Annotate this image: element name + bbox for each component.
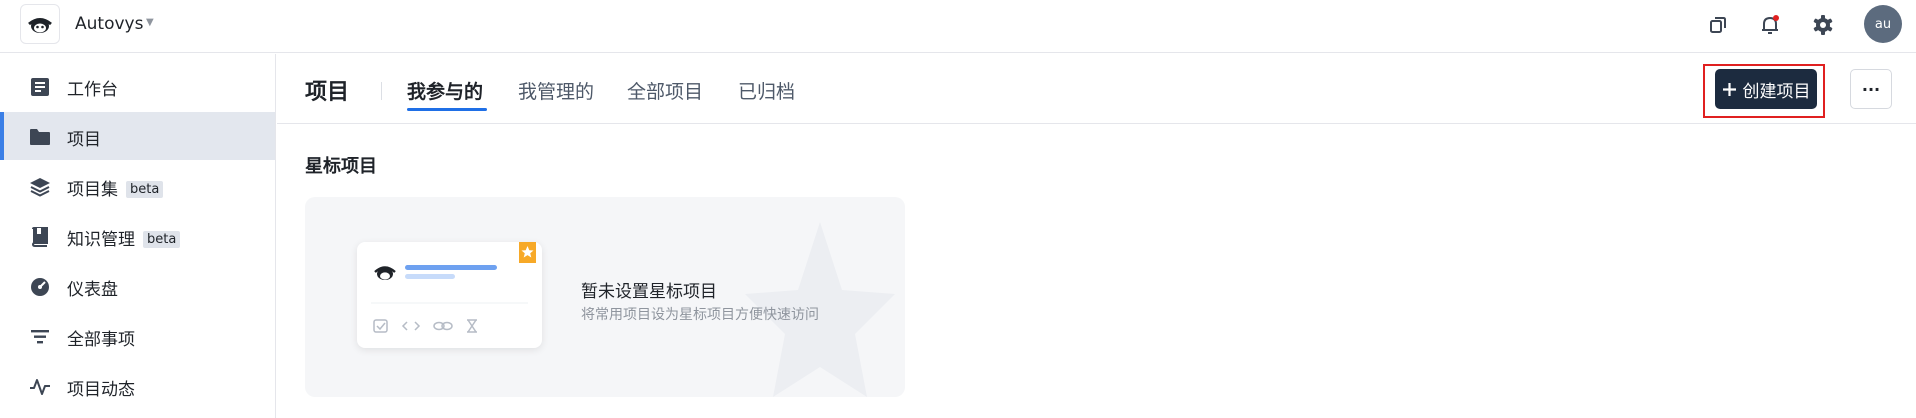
main-content: 项目 我参与的 我管理的 全部项目 已归档 创建项目 ··· 星标项目 暂未设置… — [277, 54, 1916, 418]
link-icon — [433, 321, 453, 331]
settings-gear-icon[interactable] — [1809, 11, 1837, 39]
tab-all-projects[interactable]: 全部项目 — [627, 77, 703, 104]
active-tab-indicator — [407, 108, 487, 111]
sidebar-item-label: 项目集 beta — [67, 175, 164, 200]
top-bar: Autovys ▼ au — [0, 0, 1916, 53]
sidebar-item-label: 项目 — [67, 130, 101, 150]
sidebar-item-all-items[interactable]: 全部事项 — [0, 312, 275, 360]
empty-state-title: 暂未设置星标项目 — [581, 282, 717, 302]
mascot-avatar-icon — [374, 266, 396, 280]
sidebar-item-dashboard[interactable]: 仪表盘 — [0, 262, 275, 310]
sidebar-item-label: 仪表盘 — [67, 280, 118, 300]
sidebar-item-label: 全部事项 — [67, 330, 135, 350]
sidebar: 工作台 项目 项目集 beta 知识管理 beta 仪表盘 全部事项 项目动态 — [0, 54, 276, 418]
workbench-icon — [29, 76, 51, 98]
create-project-button[interactable]: 创建项目 — [1715, 69, 1817, 109]
tab-archived[interactable]: 已归档 — [738, 77, 795, 104]
create-project-label: 创建项目 — [1742, 81, 1811, 102]
plus-icon — [1722, 82, 1736, 96]
sidebar-item-activity[interactable]: 项目动态 — [0, 362, 275, 410]
app-logo[interactable] — [20, 4, 60, 44]
code-icon — [401, 321, 421, 331]
starred-section-title: 星标项目 — [305, 156, 377, 177]
mascot-logo-icon — [28, 18, 52, 33]
more-options-button[interactable]: ··· — [1850, 69, 1892, 109]
sidebar-item-label: 项目动态 — [67, 380, 135, 400]
notification-dot — [1773, 15, 1779, 21]
task-icon — [373, 319, 388, 333]
sidebar-item-label: 工作台 — [67, 80, 118, 100]
folder-icon — [29, 126, 51, 148]
starred-project-illustration — [357, 242, 542, 348]
beta-badge: beta — [126, 181, 164, 198]
book-icon — [29, 226, 51, 248]
tab-managed[interactable]: 我管理的 — [518, 77, 594, 104]
tab-divider — [381, 82, 382, 100]
sidebar-item-label: 知识管理 beta — [67, 225, 181, 250]
org-dropdown-icon[interactable]: ▼ — [146, 17, 154, 28]
starred-empty-state: 暂未设置星标项目 将常用项目设为星标项目方便快速访问 — [305, 197, 905, 397]
dashboard-icon — [29, 276, 51, 298]
windows-icon[interactable] — [1704, 11, 1732, 39]
org-name[interactable]: Autovys — [75, 14, 143, 34]
page-title: 项目 — [305, 80, 350, 105]
sidebar-item-workbench[interactable]: 工作台 — [0, 62, 275, 110]
sidebar-item-program[interactable]: 项目集 beta — [0, 162, 275, 210]
project-tab-bar: 项目 我参与的 我管理的 全部项目 已归档 创建项目 ··· — [277, 54, 1916, 124]
hourglass-icon — [467, 319, 477, 333]
filter-icon — [29, 326, 51, 348]
sidebar-item-projects[interactable]: 项目 — [0, 112, 275, 160]
tab-participating[interactable]: 我参与的 — [407, 77, 483, 104]
notification-bell-icon[interactable] — [1756, 11, 1784, 39]
empty-state-subtitle: 将常用项目设为星标项目方便快速访问 — [581, 307, 819, 323]
beta-badge: beta — [143, 231, 181, 248]
activity-icon — [29, 376, 51, 398]
layers-icon — [29, 176, 51, 198]
user-avatar[interactable]: au — [1864, 5, 1902, 43]
more-dots-icon: ··· — [1861, 79, 1881, 99]
sidebar-item-knowledge[interactable]: 知识管理 beta — [0, 212, 275, 260]
